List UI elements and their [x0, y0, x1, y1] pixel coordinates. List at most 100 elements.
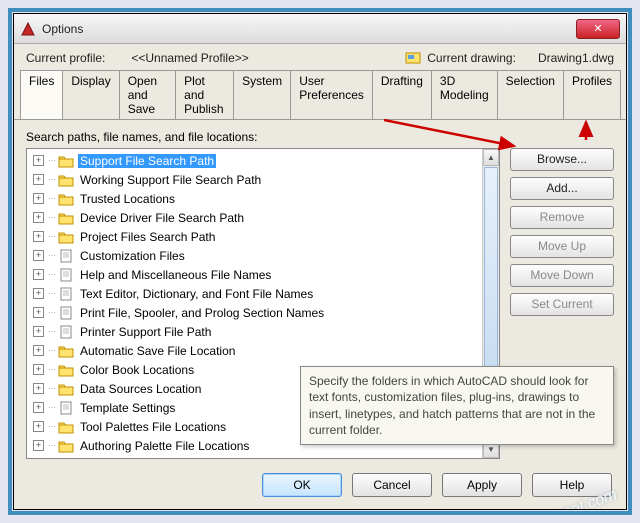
folder-icon [58, 458, 74, 459]
expand-icon[interactable]: + [33, 174, 44, 185]
scroll-up-arrow[interactable]: ▲ [483, 149, 499, 166]
tab-user-preferences[interactable]: User Preferences [290, 70, 373, 119]
tree-item-label[interactable]: Device Driver File Search Path [78, 211, 246, 225]
folder-icon [58, 173, 74, 187]
tree-item-label[interactable]: Print File, Spooler, and Prolog Section … [78, 306, 326, 320]
tree-item[interactable]: + ⋯ Working Support File Search Path [27, 170, 482, 189]
tree-connector: ⋯ [48, 422, 58, 431]
titlebar[interactable]: Options ✕ [14, 14, 626, 44]
remove-button[interactable]: Remove [510, 206, 614, 229]
folder-icon [58, 192, 74, 206]
document-icon [58, 401, 74, 415]
tree-item-label[interactable]: Help and Miscellaneous File Names [78, 268, 273, 282]
tab-3d-modeling[interactable]: 3D Modeling [431, 70, 498, 119]
document-icon [58, 306, 74, 320]
drawing-value: Drawing1.dwg [538, 51, 614, 65]
tree-connector: ⋯ [48, 384, 58, 393]
expand-icon[interactable]: + [33, 383, 44, 394]
move-down-button[interactable]: Move Down [510, 264, 614, 287]
tree-item[interactable]: +⋯Log File Location [27, 455, 482, 458]
tree-item-label[interactable]: Tool Palettes File Locations [78, 420, 228, 434]
tree-item[interactable]: + ⋯ Printer Support File Path [27, 322, 482, 341]
tab-display[interactable]: Display [62, 70, 119, 119]
tab-system[interactable]: System [233, 70, 291, 119]
tree-connector: ⋯ [48, 441, 58, 450]
tree-connector: ⋯ [48, 403, 58, 412]
tree-item-label[interactable]: Printer Support File Path [78, 325, 213, 339]
expand-icon[interactable]: + [33, 269, 44, 280]
folder-icon [58, 344, 74, 358]
tree-item[interactable]: +⋯Text Editor, Dictionary, and Font File… [27, 284, 482, 303]
tree-item-label[interactable]: Project Files Search Path [78, 230, 217, 244]
dialog-button-row: OK Cancel Apply Help [14, 465, 626, 509]
tree-connector: ⋯ [48, 175, 58, 184]
tree-item[interactable]: +⋯Support File Search Path [27, 151, 482, 170]
tree-connector: ⋯ [48, 365, 58, 374]
tab-profiles[interactable]: Profiles [563, 70, 621, 119]
tab-strip: FilesDisplayOpen and SavePlot and Publis… [14, 70, 626, 120]
tab-drafting[interactable]: Drafting [372, 70, 432, 119]
expand-icon[interactable]: + [33, 250, 44, 261]
expand-icon[interactable]: + [33, 345, 44, 356]
tree-item-label[interactable]: Automatic Save File Location [78, 344, 237, 358]
expand-icon[interactable]: + [33, 440, 44, 451]
expand-icon[interactable]: + [33, 212, 44, 223]
expand-icon[interactable]: + [33, 155, 44, 166]
profile-label: Current profile: [26, 51, 105, 65]
tree-item-label[interactable]: Template Settings [78, 401, 177, 415]
expand-icon[interactable]: + [33, 421, 44, 432]
tree-item-label[interactable]: Support File Search Path [78, 154, 216, 168]
options-dialog: Options ✕ Current profile: <<Unnamed Pro… [13, 13, 627, 510]
expand-icon[interactable]: + [33, 307, 44, 318]
folder-icon [58, 439, 74, 453]
tree-item[interactable]: +⋯Trusted Locations [27, 189, 482, 208]
tree-item[interactable]: +⋯Automatic Save File Location [27, 341, 482, 360]
tree-connector: ⋯ [48, 308, 58, 317]
expand-icon[interactable]: + [33, 364, 44, 375]
tree-item[interactable]: + ⋯ Customization Files [27, 246, 482, 265]
help-tooltip: Specify the folders in which AutoCAD sho… [300, 366, 614, 445]
expand-icon[interactable]: + [33, 231, 44, 242]
tree-connector: ⋯ [48, 251, 58, 260]
tree-item-label[interactable]: Customization Files [78, 249, 187, 263]
drawing-label: Current drawing: [427, 51, 516, 65]
tree-connector: ⋯ [48, 213, 58, 222]
tree-item-label[interactable]: Working Support File Search Path [78, 173, 263, 187]
section-label: Search paths, file names, and file locat… [26, 130, 614, 144]
expand-icon[interactable]: + [33, 193, 44, 204]
ok-button[interactable]: OK [262, 473, 342, 497]
folder-icon [58, 230, 74, 244]
document-icon [58, 268, 74, 282]
tree-item-label[interactable]: Authoring Palette File Locations [78, 439, 251, 453]
tab-selection[interactable]: Selection [497, 70, 564, 119]
expand-icon[interactable]: + [33, 326, 44, 337]
folder-icon [58, 211, 74, 225]
tree-item-label[interactable]: Trusted Locations [78, 192, 177, 206]
tree-item[interactable]: +⋯Help and Miscellaneous File Names [27, 265, 482, 284]
set-current-button[interactable]: Set Current [510, 293, 614, 316]
tree-item[interactable]: + ⋯ Project Files Search Path [27, 227, 482, 246]
tab-plot-and-publish[interactable]: Plot and Publish [175, 70, 234, 119]
tree-connector: ⋯ [48, 232, 58, 241]
profile-value: <<Unnamed Profile>> [131, 51, 248, 65]
tab-open-and-save[interactable]: Open and Save [119, 70, 176, 119]
tree-item[interactable]: + ⋯ Print File, Spooler, and Prolog Sectio… [27, 303, 482, 322]
apply-button[interactable]: Apply [442, 473, 522, 497]
tree-item-label[interactable]: Data Sources Location [78, 382, 203, 396]
expand-icon[interactable]: + [33, 402, 44, 413]
browse-button[interactable]: Browse... [510, 148, 614, 171]
help-button[interactable]: Help [532, 473, 612, 497]
expand-icon[interactable]: + [33, 288, 44, 299]
folder-icon [58, 420, 74, 434]
close-button[interactable]: ✕ [576, 19, 620, 39]
folder-icon [58, 154, 74, 168]
tree-item-label[interactable]: Text Editor, Dictionary, and Font File N… [78, 287, 315, 301]
tree-item[interactable]: + ⋯ Device Driver File Search Path [27, 208, 482, 227]
tree-item-label[interactable]: Color Book Locations [78, 363, 196, 377]
move-up-button[interactable]: Move Up [510, 235, 614, 258]
tab-files[interactable]: Files [20, 70, 63, 119]
tree-connector: ⋯ [48, 327, 58, 336]
add-button[interactable]: Add... [510, 177, 614, 200]
tree-item-label[interactable]: Log File Location [78, 458, 173, 459]
cancel-button[interactable]: Cancel [352, 473, 432, 497]
